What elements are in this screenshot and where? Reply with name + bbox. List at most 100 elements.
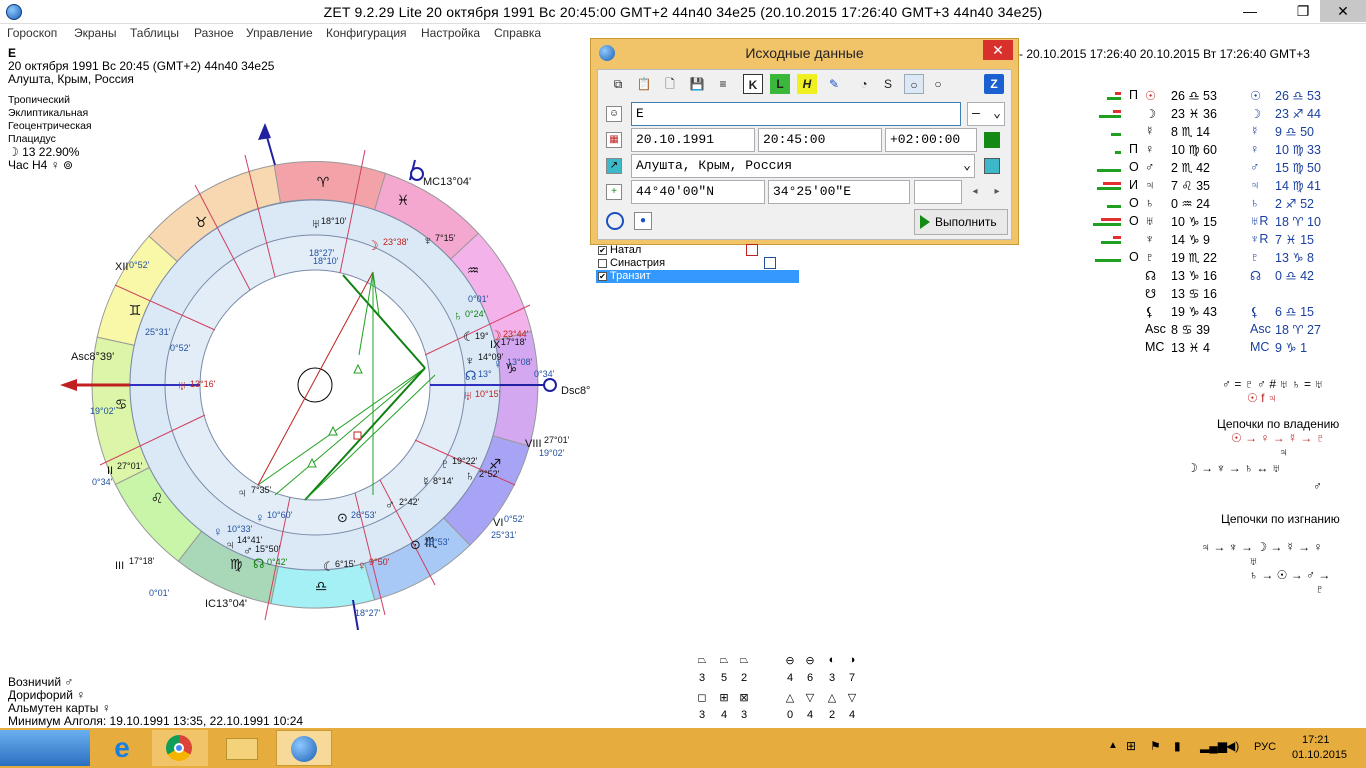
network-icon[interactable]: ▂▄▆ bbox=[1200, 739, 1227, 753]
windows-icon[interactable]: ⊞ bbox=[1126, 739, 1136, 753]
strength-bar-green bbox=[1111, 133, 1121, 136]
paste-icon[interactable]: 📋 bbox=[634, 74, 654, 94]
aspect-group-icon: ⏢ bbox=[719, 654, 729, 666]
folder-icon bbox=[226, 738, 258, 760]
battery-icon[interactable]: ▮ bbox=[1174, 739, 1181, 753]
natal-planet-glyph: ♄ bbox=[1145, 196, 1155, 210]
chart-list-transit[interactable]: ✔ Транзит bbox=[596, 270, 799, 283]
scroll-left-icon[interactable]: ◂ bbox=[965, 182, 985, 202]
planet-label-20: 10°33' bbox=[227, 524, 253, 534]
menu-control[interactable]: Управление bbox=[246, 26, 313, 40]
chart-list-synastry[interactable]: Синастрия bbox=[596, 257, 799, 270]
dsc-label: Dsc8°39' bbox=[561, 385, 590, 397]
menu-settings[interactable]: Настройка bbox=[421, 26, 480, 40]
aspect-group-icon: ⏢ bbox=[739, 654, 749, 666]
planet-label-10: 13°08' bbox=[507, 357, 533, 367]
dot-icon[interactable]: ● bbox=[634, 212, 652, 230]
new-icon[interactable]: 🗋 bbox=[660, 74, 680, 94]
zet-taskbar-button[interactable] bbox=[276, 730, 332, 766]
copy-icon[interactable]: ⧉ bbox=[608, 74, 628, 94]
transit-planet-position: 18 ♈ 27 bbox=[1275, 323, 1321, 337]
execute-button[interactable]: Выполнить bbox=[914, 209, 1008, 235]
synastry-calendar-icon[interactable] bbox=[764, 257, 776, 269]
list-icon[interactable]: ≡ bbox=[713, 74, 733, 94]
planet-label-24: 6°15' bbox=[335, 559, 356, 569]
planet-label-6: 19° bbox=[475, 331, 489, 341]
ie-button[interactable]: e bbox=[95, 730, 151, 766]
transit-planet-glyph: ♇ bbox=[1250, 250, 1260, 264]
name-dropdown[interactable]: — ⌄ bbox=[967, 102, 1005, 126]
sign-libra-glyph: ♎ bbox=[315, 578, 328, 594]
aspect-group-icon: ◐ bbox=[828, 654, 836, 666]
horoscope-wheel[interactable]: ♈ ♉ ♊ ♋ ♌ ♍ ♎ ♏ ♐ ♑ ♒ ♓ 18°27' 18°10' 25… bbox=[30, 120, 590, 630]
wand-icon[interactable]: ✎ bbox=[824, 74, 844, 94]
flag-icon[interactable]: ⚑ bbox=[1150, 739, 1161, 753]
planet-label-17: 26°53' bbox=[424, 537, 450, 547]
volume-icon[interactable]: ◀) bbox=[1226, 739, 1239, 753]
chrome-button[interactable] bbox=[152, 730, 208, 766]
zodiac-wheel-icon[interactable] bbox=[606, 212, 624, 230]
scroll-right-icon[interactable]: ▸ bbox=[987, 182, 1007, 202]
clock-time[interactable]: 17:21 bbox=[1302, 734, 1330, 746]
aspect-count: 3 bbox=[698, 709, 706, 721]
natal-planet-position: 0 ♒ 24 bbox=[1171, 197, 1211, 211]
circle-icon[interactable]: ○ bbox=[928, 74, 948, 94]
menu-config[interactable]: Конфигурация bbox=[326, 26, 407, 40]
clock-date[interactable]: 01.10.2015 bbox=[1292, 749, 1347, 761]
natal-moon-glyph: ☾ bbox=[463, 329, 475, 344]
z-icon[interactable]: Z bbox=[984, 74, 1004, 94]
circle-s-icon[interactable]: Ѕ bbox=[878, 74, 898, 94]
timezone-input[interactable]: +02:00:00 bbox=[885, 128, 977, 152]
transit-planet-position: 18 ♈ 10 bbox=[1275, 215, 1321, 229]
transit-planet-glyph: Asc bbox=[1250, 322, 1271, 336]
l-icon[interactable]: L bbox=[770, 74, 790, 94]
desktop-thumbnail[interactable] bbox=[0, 730, 90, 766]
menu-help[interactable]: Справка bbox=[494, 26, 541, 40]
natal-calendar-icon[interactable] bbox=[746, 244, 758, 256]
chains-rule-line1: ☉ → ♀ → ☿ → ♇ bbox=[1231, 431, 1325, 445]
natal-mercury-glyph: ☿ bbox=[421, 474, 431, 489]
planet-label-15: 2°42' bbox=[399, 497, 420, 507]
menu-horoscope[interactable]: Гороскоп bbox=[7, 26, 57, 40]
minimize-button[interactable]: — bbox=[1227, 0, 1273, 22]
save-icon[interactable]: 💾 bbox=[687, 74, 707, 94]
show-hidden-icons[interactable]: ▲ bbox=[1108, 740, 1118, 751]
taskbar: e ▲ ⊞ ⚑ ▮ ▂▄▆ ◀) РУС 17:21 01.10.2015 bbox=[0, 728, 1366, 768]
map-icon[interactable] bbox=[984, 158, 1000, 174]
transit-planet-position: 10 ♍ 33 bbox=[1275, 143, 1321, 157]
extra-input[interactable] bbox=[914, 180, 962, 204]
place-input[interactable]: Алушта, Крым, Россия ⌄ bbox=[631, 154, 975, 178]
language-indicator[interactable]: РУС bbox=[1254, 741, 1276, 753]
menu-screens[interactable]: Экраны bbox=[74, 26, 116, 40]
explorer-button[interactable] bbox=[214, 730, 270, 766]
close-button[interactable]: ✕ bbox=[1320, 0, 1366, 22]
planet-flag: О bbox=[1129, 160, 1139, 174]
longitude-input[interactable]: 34°25'00"E bbox=[768, 180, 910, 204]
menu-misc[interactable]: Разное bbox=[194, 26, 234, 40]
chains-exile-line1: ♃ → ♆ → ☽ → ☿ → ♀ bbox=[1201, 540, 1323, 554]
circle-dot-icon[interactable]: ○ bbox=[904, 74, 924, 94]
date-input[interactable]: 20.10.1991 bbox=[631, 128, 755, 152]
k-icon[interactable]: K bbox=[743, 74, 763, 94]
dialog-title: Исходные данные bbox=[745, 45, 864, 61]
transit-planet-position: 9 ♑ 1 bbox=[1275, 341, 1308, 355]
natal-checkbox[interactable]: ✔ bbox=[598, 246, 607, 255]
transit-checkbox[interactable]: ✔ bbox=[598, 272, 607, 281]
sign-taurus-glyph: ♉ bbox=[195, 214, 208, 230]
synastry-checkbox[interactable] bbox=[598, 259, 607, 268]
time-input[interactable]: 20:45:00 bbox=[758, 128, 882, 152]
name-input[interactable]: Е bbox=[631, 102, 961, 126]
transit-neptune-glyph: ♆ bbox=[423, 233, 433, 248]
aspect-group-icon: ⊖ bbox=[785, 655, 795, 667]
circle-a-icon[interactable]: ◔ bbox=[854, 74, 874, 94]
latitude-input[interactable]: 44°40'00"N bbox=[631, 180, 765, 204]
timezone-status-icon[interactable] bbox=[984, 132, 1000, 148]
h-icon[interactable]: H bbox=[797, 74, 817, 94]
planet-label-11: 10°15' bbox=[475, 389, 501, 399]
dialog-close-button[interactable]: ✕ bbox=[983, 40, 1013, 60]
natal-sun-glyph: ⊙ bbox=[337, 510, 348, 525]
chart-list-natal[interactable]: ✔ Натал bbox=[596, 244, 799, 257]
natal-label: Натал bbox=[610, 244, 642, 256]
menu-tables[interactable]: Таблицы bbox=[130, 26, 179, 40]
transit-planet-position: 13 ♑ 8 bbox=[1275, 251, 1315, 265]
